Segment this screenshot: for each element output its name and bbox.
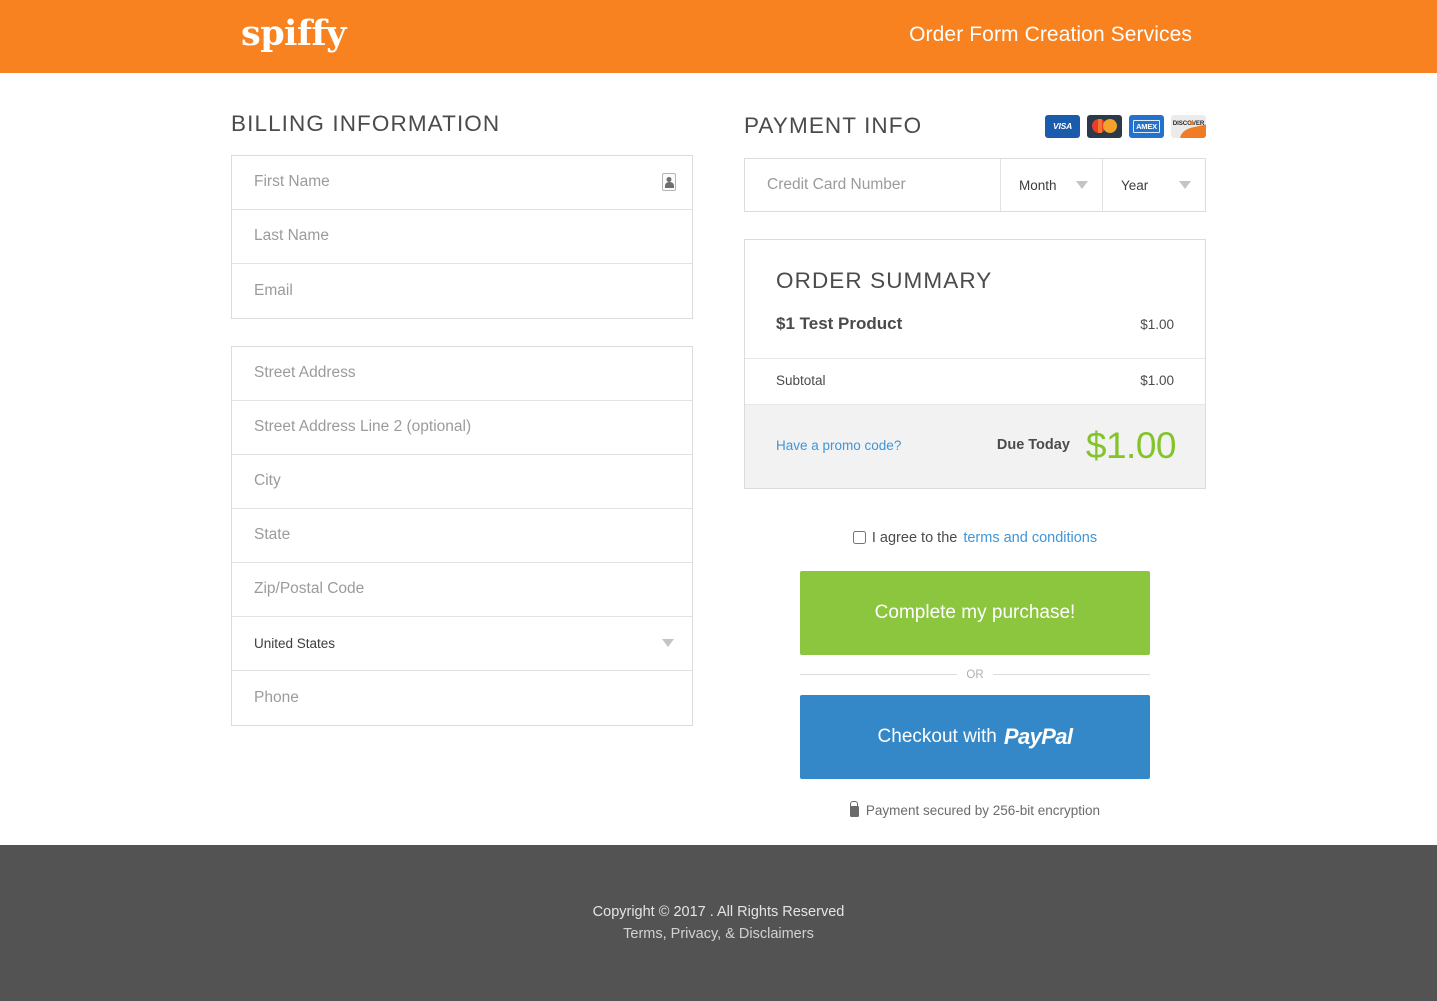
terms-agreement-text: I agree to the [871,529,958,546]
footer-legal-links[interactable]: Terms, Privacy, & Disclaimers [623,926,814,942]
subtotal-label: Subtotal [776,372,826,388]
last-name-field[interactable] [232,209,692,264]
payment-column: PAYMENT INFO VISA AMEX DISCOVER Credit C… [744,113,1206,818]
credit-card-input[interactable] [745,159,1000,211]
contact-card-icon[interactable] [662,173,676,191]
or-divider: OR [800,669,1150,681]
accepted-cards: VISA AMEX DISCOVER [1045,114,1206,138]
or-label: OR [966,668,984,681]
country-select[interactable]: United States [232,617,692,671]
order-summary-header: ORDER SUMMARY [745,240,1205,293]
expiry-month-select[interactable]: Month [1001,159,1103,211]
lock-icon [849,806,859,817]
discover-card-label: DISCOVER [1172,119,1205,127]
amex-card-icon: AMEX [1129,114,1164,138]
payment-section-title: PAYMENT INFO [744,112,923,138]
order-line-item: $1 Test Product $1.00 [745,293,1205,359]
paypal-logo-text: PayPal [1003,723,1073,749]
state-field[interactable] [232,508,692,563]
visa-card-icon: VISA [1045,114,1080,138]
phone-input[interactable] [232,670,692,725]
amex-card-label: AMEX [1133,119,1160,133]
paypal-button-prefix: Checkout with [877,725,997,747]
street-address-2-input[interactable] [232,400,692,454]
phone-field[interactable] [232,670,692,725]
chevron-down-icon [1076,181,1088,189]
country-select-value: United States [254,635,336,651]
site-header: spiffy Order Form Creation Services [0,0,1437,73]
visa-card-label: VISA [1052,121,1073,131]
payment-section-header: PAYMENT INFO VISA AMEX DISCOVER [744,113,1206,139]
paypal-checkout-button[interactable]: Checkout with PayPal [800,694,1150,779]
zip-field[interactable] [232,562,692,617]
brand-logo[interactable]: spiffy [241,16,346,51]
main-content: BILLING INFORMATION First Name Last Name… [0,73,1437,845]
expiry-month-value: Month [1019,177,1057,193]
terms-checkbox[interactable] [852,531,866,544]
expiry-year-select[interactable]: Year [1103,159,1205,211]
mastercard-card-icon [1087,114,1122,138]
street-address-input[interactable] [232,346,692,400]
credit-card-field[interactable] [745,159,1001,211]
billing-section-title: BILLING INFORMATION [231,111,501,136]
first-name-input[interactable] [232,155,692,209]
billing-name-group [231,154,693,319]
order-summary-title: ORDER SUMMARY [776,268,993,293]
header-title: Order Form Creation Services [909,23,1192,46]
street-address-2-field[interactable] [232,400,692,455]
expiry-year-value: Year [1121,177,1149,193]
discover-card-icon: DISCOVER [1171,114,1206,138]
due-today-group: Due Today $1.00 [996,424,1177,466]
zip-input[interactable] [232,562,692,616]
order-total-row: Have a promo code? Due Today $1.00 [745,404,1205,488]
order-item-name: $1 Test Product [776,313,903,333]
order-summary: ORDER SUMMARY $1 Test Product $1.00 Subt… [744,239,1206,489]
payment-input-row: Month Year [744,158,1206,212]
state-input[interactable] [232,508,692,562]
billing-address-group: United States [231,345,693,726]
first-name-field[interactable] [232,155,692,210]
checkout-page: spiffy Order Form Creation Services BILL… [0,0,1437,1001]
order-subtotal-row: Subtotal $1.00 [745,359,1205,405]
site-footer: Copyright © 2017 . All Rights Reserved T… [0,845,1437,1001]
complete-purchase-button[interactable]: Complete my purchase! [800,570,1150,655]
email-field[interactable] [232,263,692,318]
terms-agreement-row: I agree to the terms and conditions [744,530,1206,546]
subtotal-price: $1.00 [1140,372,1174,388]
email-input[interactable] [232,263,692,318]
terms-and-conditions-link[interactable]: terms and conditions [963,530,1097,546]
order-item-price: $1.00 [1140,316,1174,332]
city-field[interactable] [232,454,692,509]
city-input[interactable] [232,454,692,508]
last-name-input[interactable] [232,209,692,263]
street-address-field[interactable] [232,346,692,401]
promo-code-link[interactable]: Have a promo code? [776,438,901,453]
footer-copyright: Copyright © 2017 . All Rights Reserved [592,904,845,920]
security-notice-text: Payment secured by 256-bit encryption [865,802,1101,818]
chevron-down-icon [1179,181,1191,189]
chevron-down-icon [662,639,674,647]
billing-column: BILLING INFORMATION First Name Last Name… [231,111,693,726]
security-notice: Payment secured by 256-bit encryption [744,803,1206,818]
due-today-amount: $1.00 [1085,424,1177,466]
due-today-label: Due Today [996,437,1070,453]
